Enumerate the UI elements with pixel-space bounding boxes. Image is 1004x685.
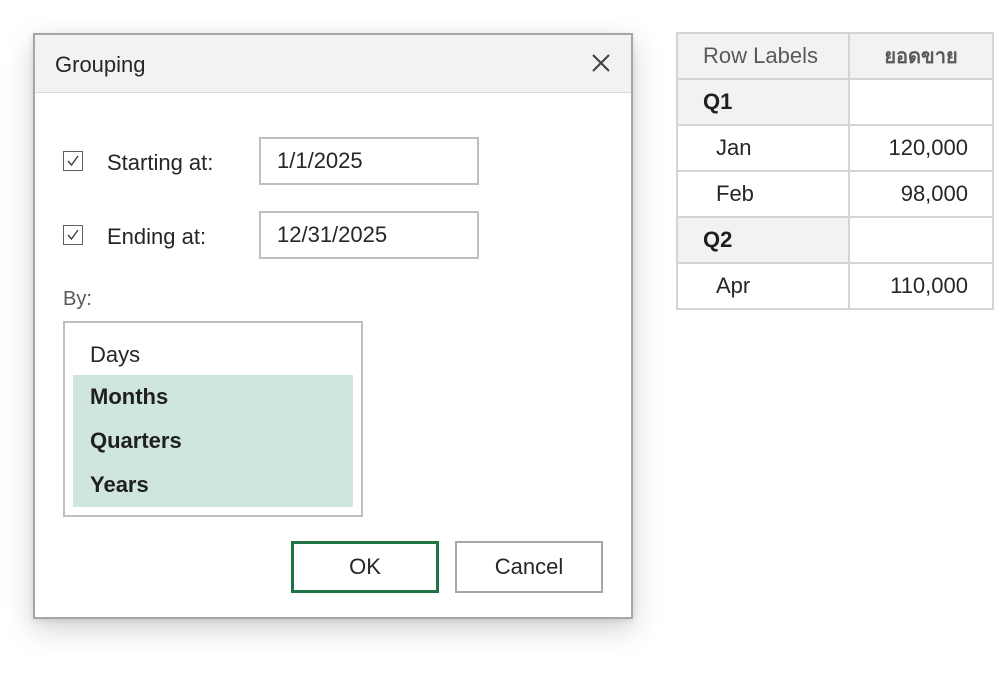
by-option-quarters[interactable]: Quarters (73, 419, 353, 463)
starting-at-row: Starting at: (63, 137, 483, 185)
table-row: Apr 110,000 (676, 262, 994, 310)
ending-at-label: Ending at: (107, 224, 207, 249)
pivot-header-row: Row Labels ยอดขาย (676, 32, 994, 80)
table-row: Feb 98,000 (676, 170, 994, 218)
by-option-months[interactable]: Months (73, 375, 353, 419)
by-option-days[interactable]: Days (73, 333, 353, 377)
row-value-cell[interactable]: 98,000 (848, 170, 994, 218)
table-row: Q2 (676, 216, 994, 264)
by-option-years[interactable]: Years (73, 463, 353, 507)
close-button[interactable] (587, 49, 615, 77)
row-label-cell[interactable]: Apr (676, 262, 850, 310)
starting-at-input[interactable] (259, 137, 479, 185)
dialog-titlebar: Grouping (35, 35, 631, 93)
cancel-button[interactable]: Cancel (455, 541, 603, 593)
ok-button[interactable]: OK (291, 541, 439, 593)
group-label-cell[interactable]: Q1 (676, 78, 850, 126)
grouping-dialog: Grouping Starting at: Ending at: By: Day… (33, 33, 633, 619)
pivot-table: Row Labels ยอดขาย Q1 Jan 120,000 Feb 98,… (676, 32, 994, 310)
ending-at-input[interactable] (259, 211, 479, 259)
starting-at-checkbox[interactable] (63, 151, 83, 171)
ending-at-row: Ending at: (63, 211, 483, 259)
row-label-cell[interactable]: Feb (676, 170, 850, 218)
starting-at-label: Starting at: (107, 150, 214, 175)
table-row: Q1 (676, 78, 994, 126)
row-label-cell[interactable]: Jan (676, 124, 850, 172)
ending-at-checkbox[interactable] (63, 225, 83, 245)
group-value-cell[interactable] (848, 216, 994, 264)
by-listbox[interactable]: Days Months Quarters Years (63, 321, 363, 517)
header-row-labels[interactable]: Row Labels (676, 32, 850, 80)
checkmark-icon (67, 229, 79, 241)
group-label-cell[interactable]: Q2 (676, 216, 850, 264)
row-value-cell[interactable]: 110,000 (848, 262, 994, 310)
close-icon (592, 54, 610, 72)
dialog-title: Grouping (55, 52, 146, 77)
row-value-cell[interactable]: 120,000 (848, 124, 994, 172)
table-row: Jan 120,000 (676, 124, 994, 172)
by-label: By: (63, 288, 92, 310)
group-value-cell[interactable] (848, 78, 994, 126)
header-sales[interactable]: ยอดขาย (848, 32, 994, 80)
checkmark-icon (67, 155, 79, 167)
